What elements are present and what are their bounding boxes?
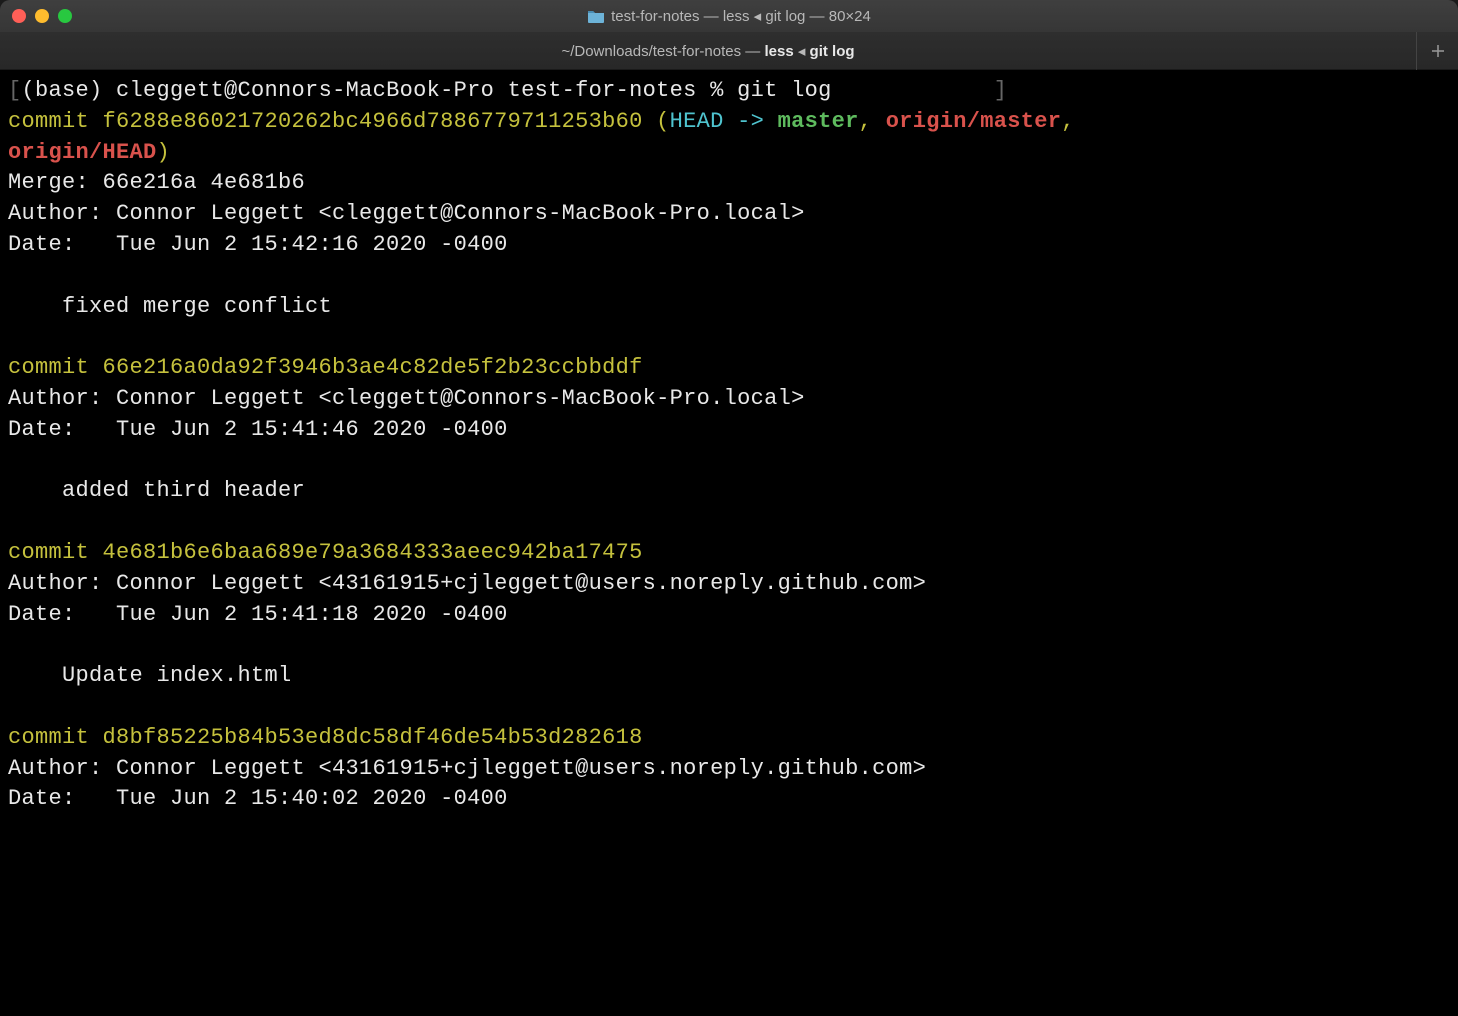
commit-0-origin1: origin/master xyxy=(886,109,1062,134)
minimize-button[interactable] xyxy=(35,9,49,23)
commit-0-message: fixed merge conflict xyxy=(8,294,332,319)
commit-1-author: Author: Connor Leggett <cleggett@Connors… xyxy=(8,386,805,411)
commit-0-sep1: , xyxy=(859,109,886,134)
plus-icon xyxy=(1429,42,1447,60)
tab-mid: ◂ xyxy=(794,43,810,60)
commit-3-label: commit d8bf85225b84b53ed8dc58df46de54b53… xyxy=(8,725,643,750)
commit-0-date: Date: Tue Jun 2 15:42:16 2020 -0400 xyxy=(8,232,508,257)
commit-3-author: Author: Connor Leggett <43161915+cjlegge… xyxy=(8,756,926,781)
tab-active[interactable]: ~/Downloads/test-for-notes — less ◂ git … xyxy=(0,34,1416,68)
terminal-content[interactable]: [(base) cleggett@Connors-MacBook-Pro tes… xyxy=(0,70,1458,1016)
commit-1-label: commit 66e216a0da92f3946b3ae4c82de5f2b23… xyxy=(8,355,643,380)
window-title-text: test-for-notes — less ◂ git log — 80×24 xyxy=(611,7,871,25)
window-title-bar: test-for-notes — less ◂ git log — 80×24 xyxy=(0,0,1458,32)
traffic-lights xyxy=(12,9,72,23)
commit-0-merge: Merge: 66e216a 4e681b6 xyxy=(8,170,305,195)
commit-2-author: Author: Connor Leggett <43161915+cjlegge… xyxy=(8,571,926,596)
window-title: test-for-notes — less ◂ git log — 80×24 xyxy=(12,7,1446,25)
close-button[interactable] xyxy=(12,9,26,23)
commit-0-label: commit f6288e86021720262bc4966d788677971… xyxy=(8,109,643,134)
commit-3-date: Date: Tue Jun 2 15:40:02 2020 -0400 xyxy=(8,786,508,811)
commit-0-ref-close: ) xyxy=(157,140,171,165)
prompt-open-bracket: [ xyxy=(8,78,22,103)
commit-1-message: added third header xyxy=(8,478,305,503)
commit-0-origin2: origin/HEAD xyxy=(8,140,157,165)
commit-0-ref-open: ( xyxy=(643,109,670,134)
tab-path: ~/Downloads/test-for-notes — xyxy=(561,43,764,60)
maximize-button[interactable] xyxy=(58,9,72,23)
commit-0-sep2: , xyxy=(1061,109,1088,134)
commit-2-message: Update index.html xyxy=(8,663,292,688)
add-tab-button[interactable] xyxy=(1416,32,1458,70)
commit-2-date: Date: Tue Jun 2 15:41:18 2020 -0400 xyxy=(8,602,508,627)
commit-1-date: Date: Tue Jun 2 15:41:46 2020 -0400 xyxy=(8,417,508,442)
folder-icon xyxy=(587,9,605,23)
commit-0-author: Author: Connor Leggett <cleggett@Connors… xyxy=(8,201,805,226)
commit-0-master: master xyxy=(778,109,859,134)
tab-bar: ~/Downloads/test-for-notes — less ◂ git … xyxy=(0,32,1458,70)
prompt-close-bracket: ] xyxy=(994,78,1008,103)
commit-0-head: HEAD -> xyxy=(670,109,778,134)
tab-process-2: git log xyxy=(810,43,855,60)
commit-2-label: commit 4e681b6e6baa689e79a3684333aeec942… xyxy=(8,540,643,565)
prompt-line: (base) cleggett@Connors-MacBook-Pro test… xyxy=(22,78,832,103)
tab-process-1: less xyxy=(764,43,793,60)
